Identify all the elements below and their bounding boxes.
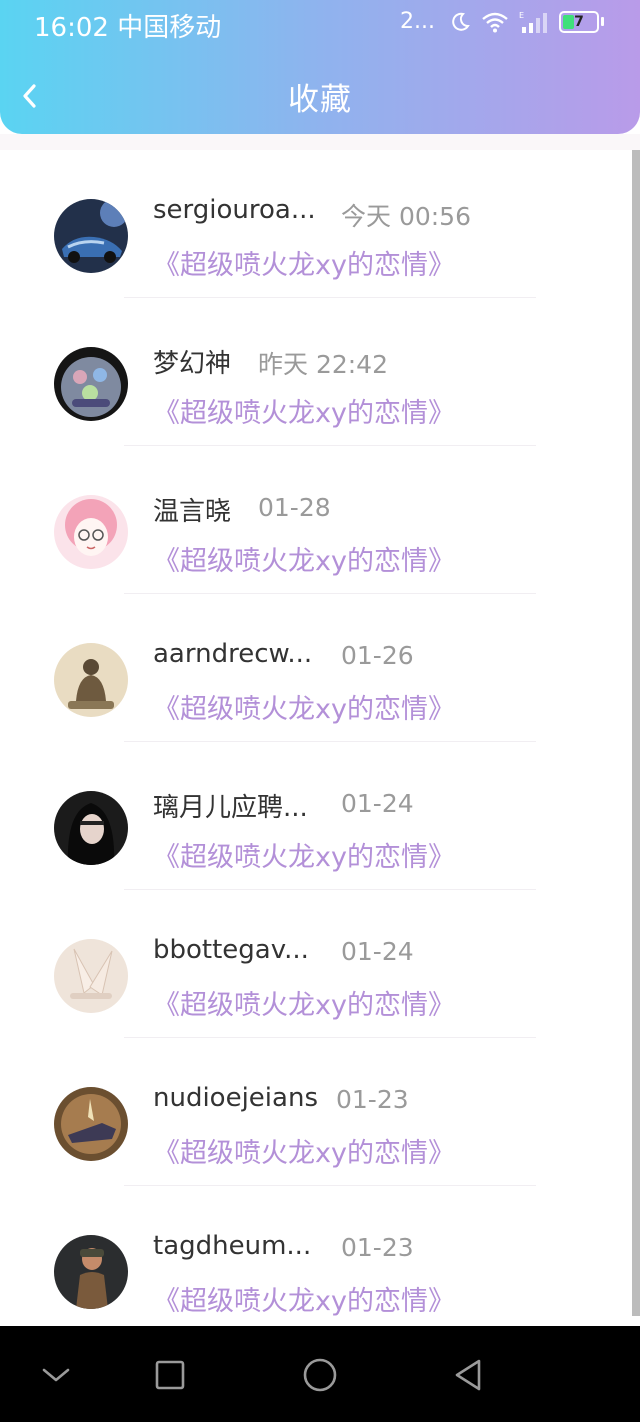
avatar[interactable] xyxy=(54,199,128,273)
post-title-link[interactable]: 《超级喷火龙xy的恋情》 xyxy=(153,243,455,282)
post-time: 昨天 22:42 xyxy=(258,350,388,379)
status-time-carrier: 16:02 中国移动 xyxy=(34,13,222,43)
user-name: tagdheum... xyxy=(153,1231,312,1261)
avatar[interactable] xyxy=(54,939,128,1013)
post-time: 01-26 xyxy=(341,641,414,670)
network-speed: 2... xyxy=(400,9,435,34)
list-item[interactable]: 梦幻神 昨天 22:42 《超级喷火龙xy的恋情》 xyxy=(0,298,632,446)
post-time: 今天 00:56 xyxy=(341,202,471,231)
avatar[interactable] xyxy=(54,1235,128,1309)
user-name: bbottegav... xyxy=(153,935,309,965)
nav-recents-button[interactable] xyxy=(148,1353,192,1397)
post-time: 01-23 xyxy=(341,1233,414,1262)
user-name: sergiouroa... xyxy=(153,195,316,225)
status-bar: 16:02 中国移动 2... E 7 xyxy=(0,0,640,46)
post-title-link[interactable]: 《超级喷火龙xy的恋情》 xyxy=(153,1279,455,1318)
list-item[interactable]: 温言晓 01-28 《超级喷火龙xy的恋情》 xyxy=(0,446,632,594)
post-time: 01-23 xyxy=(336,1085,409,1114)
post-title-link[interactable]: 《超级喷火龙xy的恋情》 xyxy=(153,539,455,578)
list-top-spacer xyxy=(0,134,640,150)
user-name: 璃月儿应聘... xyxy=(153,793,308,823)
circle-icon xyxy=(303,1358,337,1392)
svg-text:E: E xyxy=(519,11,524,20)
list-item[interactable]: nudioejeians 01-23 《超级喷火龙xy的恋情》 xyxy=(0,1038,632,1186)
signal-icon: E xyxy=(519,11,547,33)
avatar[interactable] xyxy=(54,347,128,421)
list-item[interactable]: 璃月儿应聘... 01-24 《超级喷火龙xy的恋情》 xyxy=(0,742,632,890)
square-icon xyxy=(155,1360,185,1390)
system-navigation-bar xyxy=(0,1326,640,1422)
status-icons: 2... E 7 xyxy=(400,9,604,34)
list-item[interactable]: bbottegav... 01-24 《超级喷火龙xy的恋情》 xyxy=(0,890,632,1038)
user-name: nudioejeians xyxy=(153,1083,318,1113)
avatar[interactable] xyxy=(54,643,128,717)
post-title-link[interactable]: 《超级喷火龙xy的恋情》 xyxy=(153,687,455,726)
post-title-link[interactable]: 《超级喷火龙xy的恋情》 xyxy=(153,835,455,874)
favorites-list[interactable]: sergiouroa... 今天 00:56 《超级喷火龙xy的恋情》 梦幻神 … xyxy=(0,150,632,1326)
post-time: 01-28 xyxy=(258,493,331,522)
avatar[interactable] xyxy=(54,791,128,865)
nav-home-button[interactable] xyxy=(298,1353,342,1397)
list-item[interactable]: aarndrecw... 01-26 《超级喷火龙xy的恋情》 xyxy=(0,594,632,742)
list-item[interactable]: sergiouroa... 今天 00:56 《超级喷火龙xy的恋情》 xyxy=(0,150,632,298)
post-title-link[interactable]: 《超级喷火龙xy的恋情》 xyxy=(153,1131,455,1170)
scrollbar[interactable] xyxy=(632,150,640,1316)
app-header: 16:02 中国移动 2... E 7 收藏 xyxy=(0,0,640,134)
nav-back-button[interactable] xyxy=(446,1353,490,1397)
wifi-icon xyxy=(482,12,508,32)
avatar[interactable] xyxy=(54,1087,128,1161)
user-name: 温言晓 xyxy=(153,497,232,527)
post-title-link[interactable]: 《超级喷火龙xy的恋情》 xyxy=(153,391,455,430)
post-time: 01-24 xyxy=(341,937,414,966)
user-name: 梦幻神 xyxy=(153,349,232,379)
battery-level: 7 xyxy=(574,13,584,30)
chevron-down-icon xyxy=(42,1368,70,1382)
moon-icon xyxy=(452,12,470,31)
user-name: aarndrecw... xyxy=(153,639,313,669)
triangle-back-icon xyxy=(455,1359,481,1391)
battery-icon: 7 xyxy=(559,10,599,33)
post-title-link[interactable]: 《超级喷火龙xy的恋情》 xyxy=(153,983,455,1022)
page-title: 收藏 xyxy=(288,82,352,118)
post-time: 01-24 xyxy=(341,789,414,818)
avatar[interactable] xyxy=(54,495,128,569)
list-item[interactable]: tagdheum... 01-23 《超级喷火龙xy的恋情》 xyxy=(0,1186,632,1326)
nav-collapse-button[interactable] xyxy=(34,1353,78,1397)
